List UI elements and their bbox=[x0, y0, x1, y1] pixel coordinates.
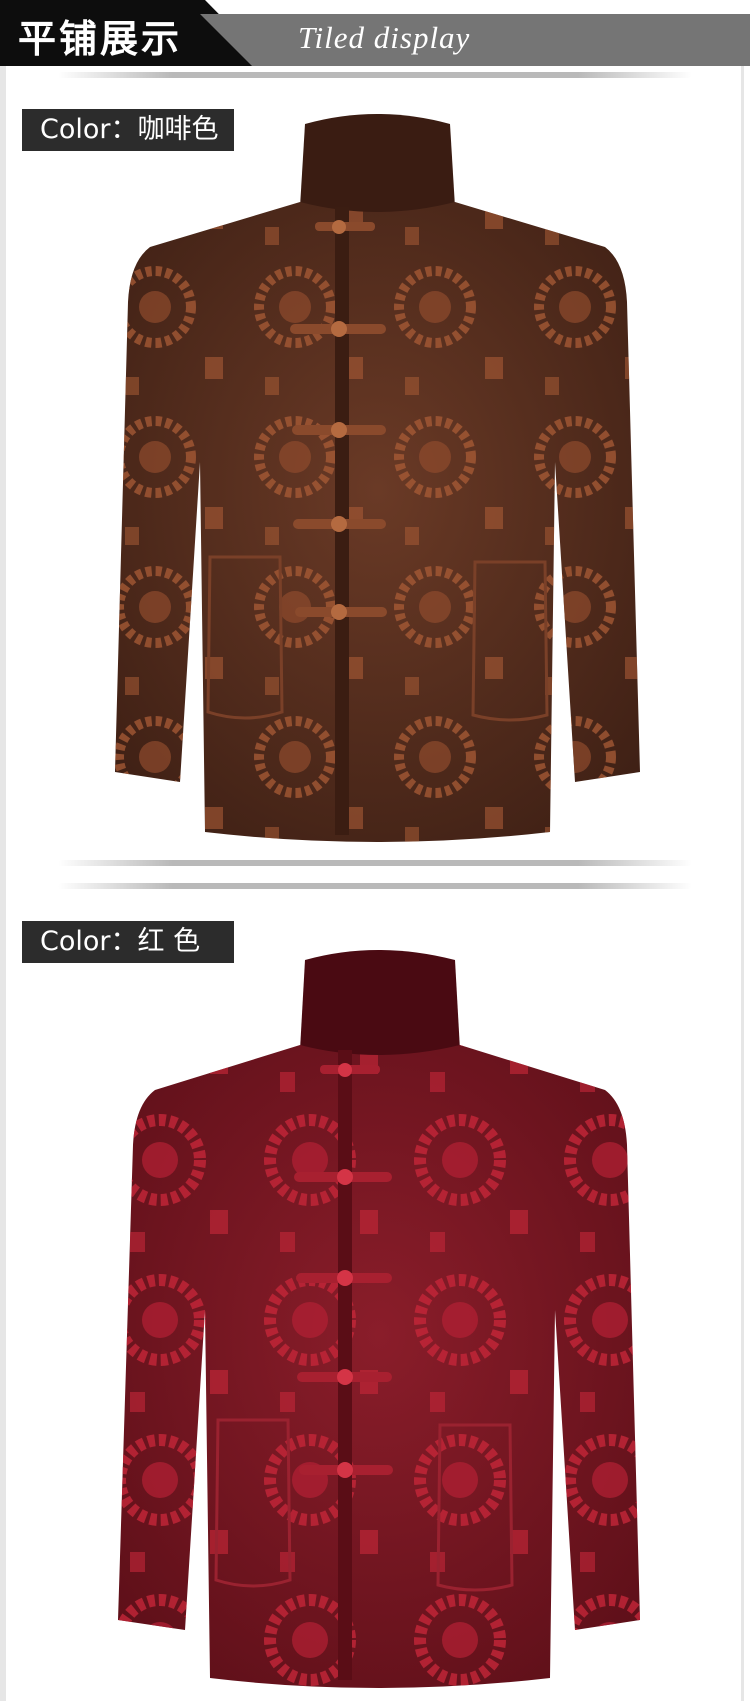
jacket-image-coffee bbox=[115, 114, 640, 842]
separator-line bbox=[58, 883, 692, 889]
separator-line bbox=[58, 860, 692, 866]
header-title-en: Tiled display bbox=[298, 20, 471, 55]
frame-right-border bbox=[741, 66, 744, 1701]
separator-line bbox=[58, 72, 692, 78]
header-gray-bar bbox=[200, 14, 750, 66]
header-title-cn: 平铺展示 bbox=[18, 17, 183, 61]
frame-left-border bbox=[0, 66, 6, 1701]
header-banner: 平铺展示 Tiled display bbox=[0, 0, 750, 66]
jacket-image-red bbox=[118, 950, 640, 1688]
